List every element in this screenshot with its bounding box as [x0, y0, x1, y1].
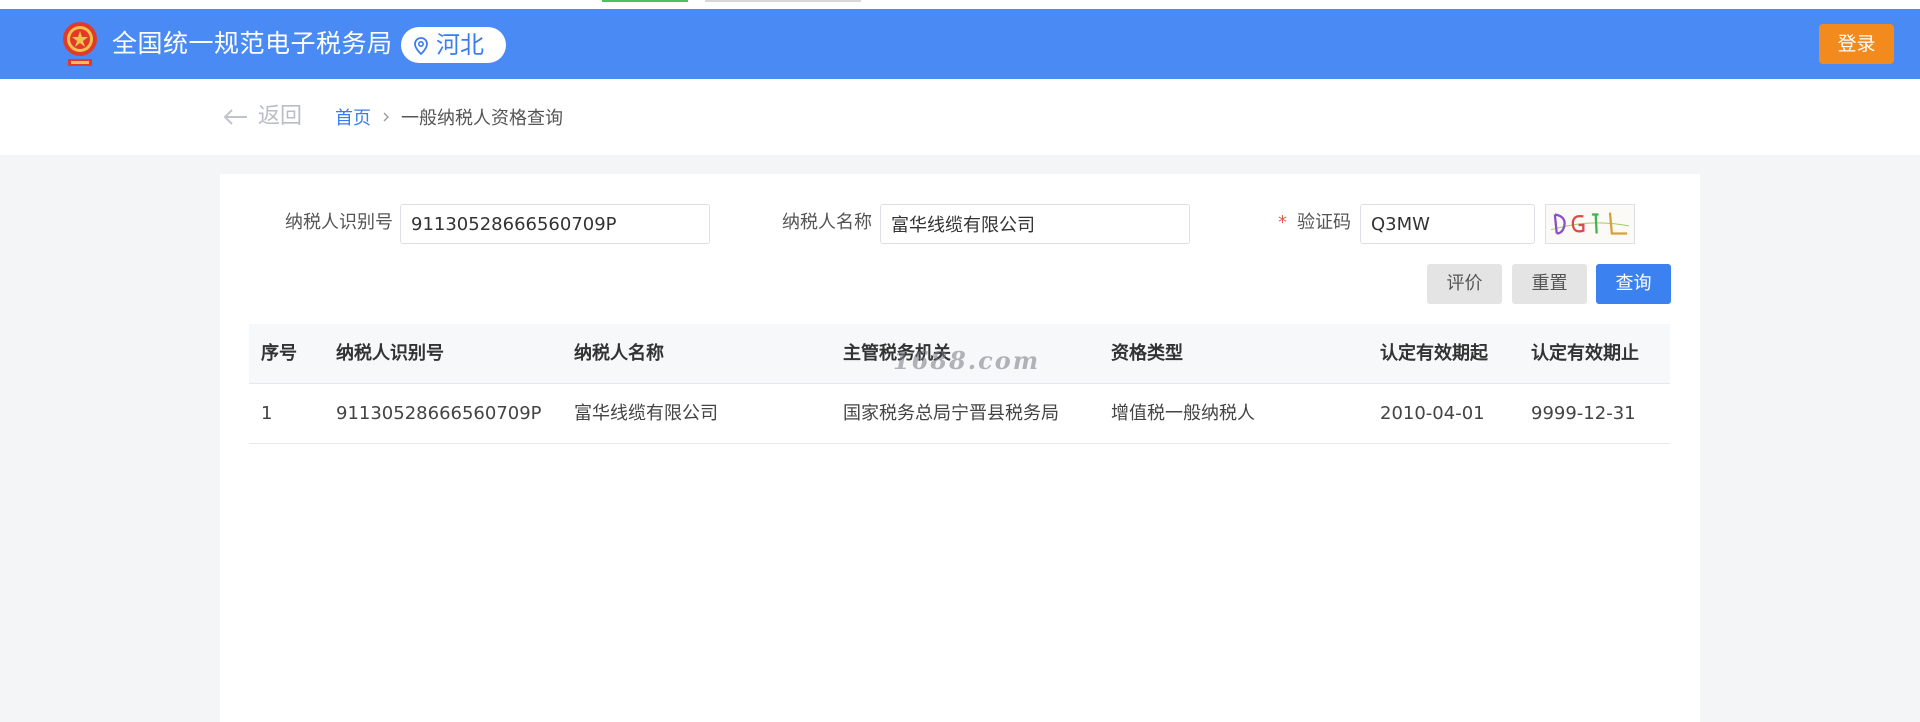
- back-label: 返回: [258, 104, 303, 129]
- column-header: 纳税人名称: [574, 343, 664, 364]
- taxpayer-id-label: 纳税人识别号: [285, 212, 393, 233]
- column-header: 认定有效期起: [1380, 343, 1488, 364]
- site-header: 全国统一规范电子税务局 河北 登录: [0, 9, 1920, 79]
- site-title: 全国统一规范电子税务局: [112, 29, 393, 58]
- table-cell: 增值税一般纳税人: [1111, 403, 1255, 424]
- captcha-image[interactable]: [1545, 204, 1635, 244]
- column-header: 纳税人识别号: [336, 343, 444, 364]
- captcha-label-wrapper: * 验证码: [1278, 211, 1351, 235]
- login-button[interactable]: 登录: [1819, 24, 1894, 64]
- reset-button[interactable]: 重置: [1512, 264, 1587, 304]
- column-header: 序号: [261, 343, 297, 364]
- column-header: 资格类型: [1111, 343, 1183, 364]
- taxpayer-name-label: 纳税人名称: [782, 212, 872, 233]
- query-card: 纳税人识别号 纳税人名称 * 验证码 评价 重置 查询 序号 纳税人识别号 纳税人…: [220, 174, 1700, 722]
- browser-top-strip: [0, 0, 1920, 9]
- table-cell: 9999-12-31: [1531, 403, 1636, 424]
- region-selector[interactable]: 河北: [401, 27, 506, 63]
- taxpayer-id-input[interactable]: [400, 204, 710, 244]
- column-header: 认定有效期止: [1531, 343, 1639, 364]
- captcha-input[interactable]: [1360, 204, 1535, 244]
- strip-tab-active[interactable]: [602, 0, 688, 2]
- table-cell: 2010-04-01: [1380, 403, 1485, 424]
- chevron-right-icon: [383, 112, 389, 122]
- captcha-label: 验证码: [1297, 212, 1351, 233]
- table-cell: 1: [261, 403, 273, 424]
- national-emblem-icon: [63, 22, 97, 66]
- breadcrumb: 首页 一般纳税人资格查询: [335, 105, 563, 129]
- result-table: 序号 纳税人识别号 纳税人名称 主管税务机关 资格类型 认定有效期起 认定有效期…: [249, 324, 1670, 444]
- table-cell: 91130528666560709P: [336, 403, 542, 424]
- back-button[interactable]: 返回: [222, 101, 302, 133]
- breadcrumb-home-link[interactable]: 首页: [335, 104, 371, 130]
- table-row: 1 91130528666560709P 富华线缆有限公司 国家税务总局宁晋县税…: [249, 384, 1670, 444]
- region-name: 河北: [436, 31, 484, 59]
- strip-tab-inactive[interactable]: [705, 0, 861, 2]
- table-cell: 富华线缆有限公司: [574, 403, 718, 424]
- breadcrumb-current: 一般纳税人资格查询: [401, 108, 563, 129]
- sub-navigation: 返回 首页 一般纳税人资格查询: [0, 79, 1920, 155]
- taxpayer-name-input[interactable]: [880, 204, 1190, 244]
- watermark: 1688.com: [893, 346, 1041, 375]
- location-pin-icon: [414, 37, 428, 55]
- required-mark: *: [1278, 212, 1287, 233]
- query-button[interactable]: 查询: [1596, 264, 1671, 304]
- table-cell: 国家税务总局宁晋县税务局: [843, 403, 1059, 424]
- arrow-left-icon: [223, 109, 247, 125]
- evaluate-button[interactable]: 评价: [1427, 264, 1502, 304]
